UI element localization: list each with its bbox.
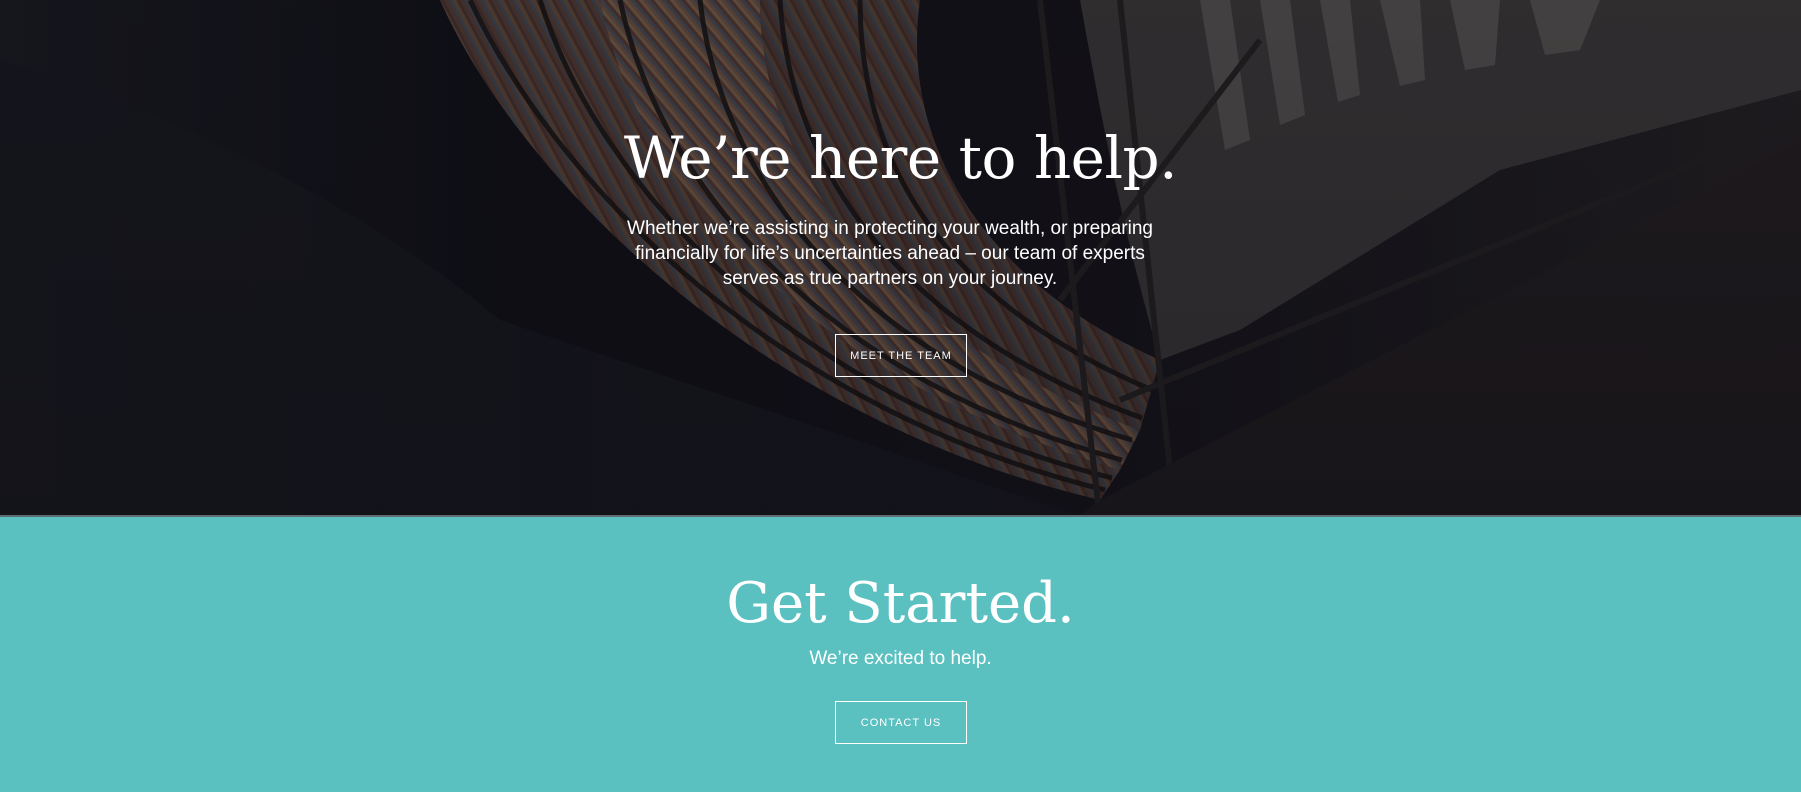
contact-us-button[interactable]: CONTACT US (835, 701, 967, 744)
meet-the-team-button[interactable]: MEET THE TEAM (835, 334, 967, 377)
get-started-title: Get Started. (726, 571, 1075, 636)
hero-content: We’re here to help. Whether we’re assist… (0, 0, 1801, 516)
get-started-section: Get Started. We’re excited to help. CONT… (0, 517, 1801, 792)
hero-section: We’re here to help. Whether we’re assist… (0, 0, 1801, 516)
hero-description: Whether we’re assisting in protecting yo… (627, 218, 1153, 289)
get-started-subtitle: We’re excited to help. (809, 648, 992, 669)
hero-title: We’re here to help. (623, 124, 1178, 192)
